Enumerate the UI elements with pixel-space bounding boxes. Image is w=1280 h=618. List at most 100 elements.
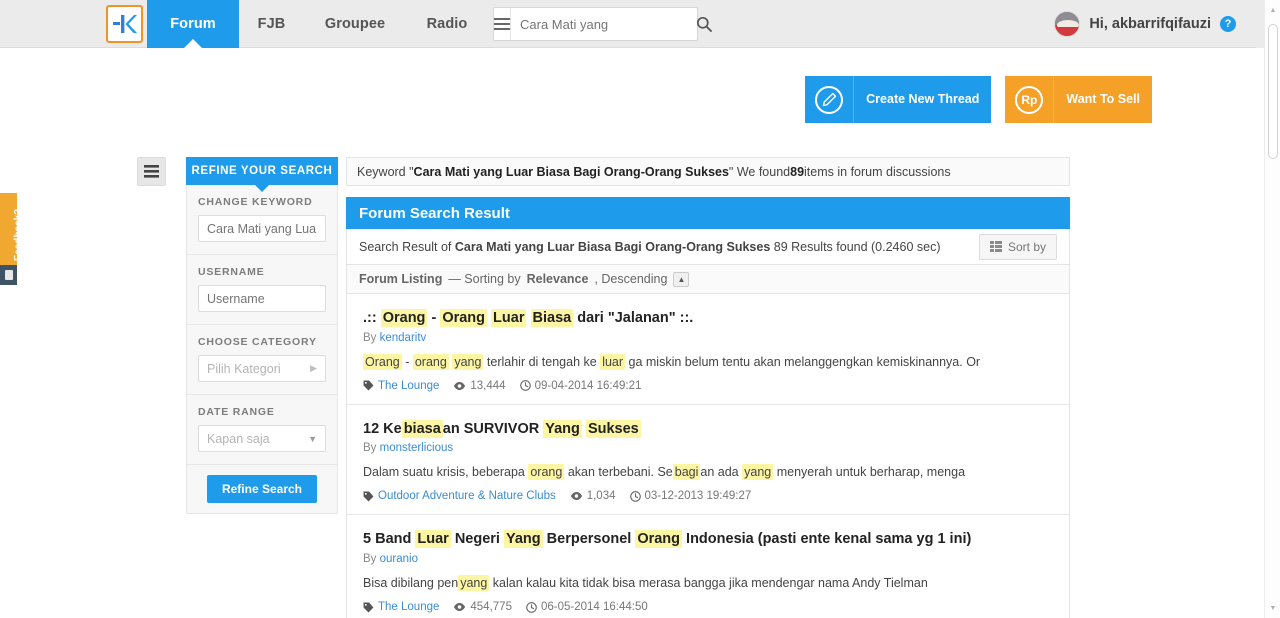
result-category-link[interactable]: Outdoor Adventure & Nature Clubs — [378, 490, 556, 502]
search-result-item[interactable]: 12 Ke biasa an SURVIVOR Yang Sukses By mons… — [347, 404, 1069, 516]
result-by-label: By — [363, 442, 380, 455]
feedback-tab[interactable]: Feedback? — [0, 193, 24, 265]
result-summary-suffix: 89 Results found (0.2460 sec) — [770, 239, 941, 254]
filter-label-keyword: CHANGE KEYWORD — [198, 196, 313, 208]
scroll-down-arrow[interactable]: ▼ — [1265, 600, 1280, 616]
result-category[interactable]: Outdoor Adventure & Nature Clubs — [363, 490, 556, 502]
result-category[interactable]: The Lounge — [363, 380, 439, 392]
result-snippet: Orang - orang yang terlahir di tengah ke… — [363, 353, 1053, 371]
caret-up-icon[interactable]: ▲ — [673, 271, 690, 287]
feedback-cup-icon[interactable] — [0, 265, 17, 285]
action-buttons: Create New Thread Rp Want To Sell — [805, 76, 1152, 123]
clock-icon — [526, 601, 537, 613]
result-title-highlight: Sukses — [585, 419, 641, 438]
nav-tab-fjb-label: FJB — [257, 16, 286, 32]
result-snippet-highlight: yang — [452, 353, 484, 370]
question-mark-icon[interactable]: ? — [1220, 16, 1236, 32]
nav-tab-groupee-label: Groupee — [324, 16, 386, 32]
result-snippet-text: terlahir di tengah ke — [483, 354, 601, 369]
result-category-link[interactable]: The Lounge — [378, 601, 439, 613]
want-to-sell-button[interactable]: Rp Want To Sell — [1005, 76, 1152, 123]
result-title-text: - — [427, 310, 441, 326]
chevron-down-icon: ▼ — [308, 433, 317, 444]
result-title-text: an SURVIVOR — [442, 420, 544, 437]
choose-category-picker[interactable]: Pilih Kategori ▶ — [198, 355, 326, 382]
avatar[interactable] — [1054, 11, 1081, 37]
filter-group-date-range: DATE RANGE Kapan saja ▼ — [187, 395, 337, 465]
filter-label-username: USERNAME — [198, 266, 265, 278]
scroll-up-arrow[interactable]: ▲ — [1265, 2, 1280, 18]
result-summary-prefix: Search Result of — [359, 239, 455, 254]
search-result-item[interactable]: .:: Orang - Orang Luar Biasa dari "Jalan… — [347, 294, 1069, 405]
search-result-item[interactable]: 5 Band Luar Negeri Yang Berpersonel Oran… — [347, 515, 1069, 618]
result-title-link[interactable]: 12 Ke biasa an SURVIVOR Yang Sukses — [363, 419, 1053, 440]
result-views-count: 13,444 — [470, 379, 506, 392]
result-meta-row: Outdoor Adventure & Nature Clubs 1,034 03-… — [363, 490, 1053, 502]
result-category-link[interactable]: The Lounge — [378, 380, 439, 392]
nav-tab-groupee[interactable]: Groupee — [304, 0, 406, 48]
scrollbar-thumb[interactable] — [1268, 24, 1278, 159]
result-snippet-text: akan terbebani. Se — [564, 465, 673, 480]
result-snippet: Dalam suatu krisis, beberapa orang akan … — [363, 463, 1053, 481]
result-title-text: Berpersonel — [542, 531, 636, 548]
result-category[interactable]: The Lounge — [363, 601, 439, 613]
vertical-scrollbar[interactable]: ▲ ▼ — [1264, 0, 1280, 618]
forum-listing-title: Forum Listing — [359, 272, 443, 286]
result-author-row: By monsterlicious — [363, 442, 1053, 454]
global-search-box — [493, 7, 712, 41]
result-author-link[interactable]: ouranio — [380, 553, 418, 565]
sidebar-toggle-icon[interactable] — [137, 157, 166, 186]
hamburger-icon[interactable] — [494, 8, 511, 40]
filter-group-username: USERNAME — [187, 255, 337, 325]
change-keyword-input[interactable] — [198, 215, 326, 242]
result-title-text: Negeri — [450, 531, 504, 548]
search-input[interactable] — [511, 8, 696, 40]
result-title-link[interactable]: 5 Band Luar Negeri Yang Berpersonel Oran… — [363, 529, 1053, 550]
pencil-glyph — [822, 92, 836, 107]
result-snippet: Bisa dibilang pen yang kalan kalau kita t… — [363, 574, 1053, 592]
username-input[interactable] — [198, 285, 326, 312]
result-title-highlight: Luar — [491, 309, 527, 327]
result-title-highlight: Orang — [380, 309, 428, 327]
pencil-icon — [805, 76, 854, 123]
search-icon[interactable] — [696, 8, 712, 40]
result-date: 06-05-2014 16:44:50 — [526, 601, 648, 613]
refine-search-button[interactable]: Refine Search — [206, 475, 318, 503]
nav-tab-radio[interactable]: Radio — [406, 0, 488, 48]
list-icon — [989, 241, 1002, 252]
result-title-link[interactable]: .:: Orang - Orang Luar Biasa dari "Jalan… — [363, 308, 1053, 329]
result-title-highlight: Orang — [635, 530, 683, 549]
result-views: 1,034 — [570, 490, 616, 502]
rupiah-icon: Rp — [1005, 76, 1054, 123]
result-views-count: 1,034 — [586, 490, 616, 503]
filter-label-category: CHOOSE CATEGORY — [198, 336, 317, 348]
create-new-thread-button[interactable]: Create New Thread — [805, 76, 992, 123]
date-range-select[interactable]: Kapan saja ▼ — [198, 425, 326, 452]
tag-icon — [363, 602, 374, 613]
result-title-highlight: Orang — [440, 309, 488, 327]
refine-search-body: CHANGE KEYWORD USERNAME CHOOSE CATEGORY … — [186, 185, 338, 514]
search-glyph — [696, 16, 712, 32]
date-range-value: Kapan saja — [207, 431, 270, 446]
sort-by-button[interactable]: Sort by — [978, 233, 1057, 260]
result-date-value: 06-05-2014 16:44:50 — [540, 601, 648, 614]
result-title-highlight: Luar — [415, 530, 451, 549]
refine-search-sidebar: REFINE YOUR SEARCH CHANGE KEYWORD USERNA… — [186, 157, 338, 514]
result-by-label: By — [363, 552, 380, 565]
result-snippet-highlight: bagi — [672, 464, 701, 481]
result-author-link[interactable]: kendaritv — [380, 332, 427, 344]
page-root: Forum FJB Groupee Radio Cara Mati yang H… — [0, 0, 1280, 618]
user-area[interactable]: Hi, akbarrifqifauzi ? — [1054, 0, 1236, 48]
nav-tab-fjb[interactable]: FJB — [239, 0, 304, 48]
kaskus-logo[interactable] — [106, 5, 143, 43]
main-content: Keyword " Cara Mati yang Luar Biasa Bagi … — [346, 157, 1070, 618]
result-snippet-highlight: Orang — [363, 353, 402, 370]
result-author-link[interactable]: monsterlicious — [380, 442, 454, 454]
nav-tab-forum[interactable]: Forum — [147, 0, 239, 48]
result-author-row: By kendaritv — [363, 332, 1053, 344]
result-by-label: By — [363, 331, 380, 344]
result-snippet-text: ga miskin belum tentu akan melanggengkan… — [625, 354, 981, 369]
keyword-middle: " We found — [728, 164, 791, 179]
kaskus-logo-icon — [112, 15, 137, 33]
search-results-list: .:: Orang - Orang Luar Biasa dari "Jalan… — [346, 294, 1070, 618]
